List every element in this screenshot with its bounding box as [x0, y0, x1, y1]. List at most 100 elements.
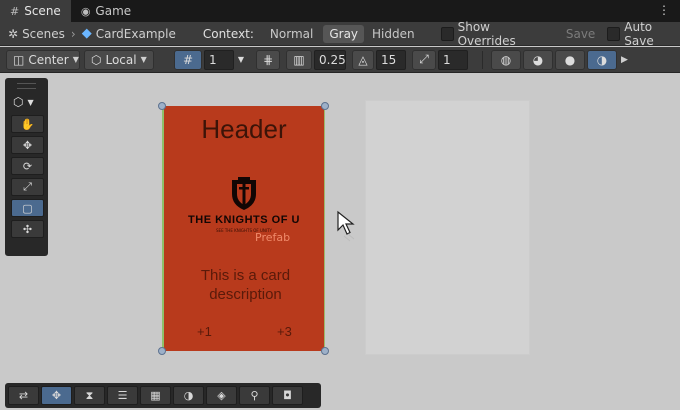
grid-size-value: 1 [209, 52, 217, 67]
layers-icon: ◈ [217, 389, 226, 402]
increment-snap-field[interactable]: 0.25 [314, 49, 346, 70]
rotate-tool-button[interactable]: ⟳ [11, 157, 44, 175]
overlay-toolbar: ⇄ ✥ ⧗ ☰ ▦ ◑ ◈ ⚲ ◘ [5, 383, 321, 408]
local-cube-icon: ⬡ [91, 52, 102, 67]
rotate-snap-button[interactable]: ◬ [352, 49, 374, 70]
pivot-rotation-dropdown[interactable]: ⬡ Local ▼ [84, 49, 154, 70]
pivot-mode-value: Center [28, 52, 69, 67]
logo-subtext: SEE THE KNIGHTS OF UNITY [216, 228, 272, 233]
pivot-mode-dropdown[interactable]: ◫ Center ▼ [6, 49, 80, 70]
tab-game-label: Game [95, 4, 132, 18]
card-prefab[interactable]: Header THE KNIGHTS OF U SEE THE KNIGHTS … [162, 106, 325, 351]
context-option-gray[interactable]: Gray [323, 24, 365, 43]
align-overlay-button[interactable]: ☰ [107, 386, 138, 405]
logo-text: THE KNIGHTS OF U [188, 214, 300, 226]
knight-shield-logo-icon [232, 177, 256, 210]
scale-tool-button[interactable]: ⤢ [11, 178, 44, 196]
breadcrumb-current[interactable]: CardExample [96, 27, 176, 41]
card-stat-left: +1 [197, 324, 212, 339]
grid-snap-icon: ⋕ [262, 52, 274, 67]
grid-overlay-button[interactable]: ▦ [140, 386, 171, 405]
chevron-down-icon: ▼ [27, 97, 34, 107]
palette-drag-handle[interactable] [17, 83, 36, 89]
save-button[interactable]: Save [566, 27, 595, 41]
prefab-label: Prefab [255, 231, 291, 244]
rotate-icon: ⟳ [22, 159, 33, 173]
grid-icon: ▦ [150, 389, 161, 402]
shaded-wireframe-button[interactable]: ◕ [523, 49, 553, 70]
toolbar-separator [482, 50, 483, 69]
align-icon: ☰ [117, 389, 128, 402]
faded-card-placeholder [365, 100, 530, 355]
shaded-wire-sphere-icon: ◕ [532, 52, 544, 67]
tab-scene-label: Scene [24, 4, 61, 18]
breadcrumb: ✲ Scenes › ◆ CardExample [0, 26, 176, 41]
layers-overlay-button[interactable]: ◈ [206, 386, 237, 405]
increment-snap-icon: ▥ [293, 52, 305, 67]
scale-icon: ⤢ [23, 180, 32, 193]
lighting-overlay-button[interactable]: ◑ [173, 386, 204, 405]
tab-scene[interactable]: # Scene [0, 0, 71, 22]
pivot-center-icon: ◫ [13, 52, 25, 67]
search-icon: ⚲ [250, 389, 259, 402]
tool-palette: ⬡ ▼ ✋ ✥ ⟳ ⤢ ▢ ✣ [5, 78, 48, 256]
move-tool-button[interactable]: ✥ [11, 136, 44, 154]
context-option-normal[interactable]: Normal [264, 25, 319, 43]
grid-dropdown-button[interactable]: ▼ [234, 49, 248, 70]
mouse-cursor-icon [337, 210, 355, 242]
snap-to-grid-button[interactable]: ⋕ [256, 49, 280, 70]
card-stat-right: +3 [277, 324, 292, 339]
prefab-cube-icon: ◆ [81, 26, 92, 41]
scale-snap-field[interactable]: 1 [438, 49, 468, 70]
hand-icon: ✋ [20, 117, 35, 131]
hourglass-icon: ⧗ [85, 388, 94, 402]
scale-snap-icon: ⤢ [419, 52, 429, 66]
view-mode-dropdown[interactable]: ⬡ ▼ [13, 95, 44, 109]
tab-game[interactable]: ◉ Game [71, 0, 141, 22]
view-options-button[interactable]: ⇄ [8, 386, 39, 405]
kebab-menu-icon[interactable]: ⋮ [658, 3, 670, 17]
rect-handle-bottom-right[interactable] [321, 347, 329, 355]
scene-toolbar: ◫ Center ▼ ⬡ Local ▼ # 1 ▼ ⋕ ▥ 0.25 ◬ 15… [0, 47, 680, 73]
auto-save-label: Auto Save [624, 19, 654, 48]
gizmo-icon: ◘ [283, 389, 292, 402]
auto-save-checkbox[interactable] [607, 26, 621, 41]
gizmos-overlay-button[interactable]: ◘ [272, 386, 303, 405]
transform-tool-button[interactable]: ✣ [11, 220, 44, 238]
hand-tool-button[interactable]: ✋ [11, 115, 44, 133]
rect-handle-bottom-left[interactable] [158, 347, 166, 355]
grid-icon: # [10, 4, 20, 18]
rect-transform-icon: ▢ [22, 201, 33, 215]
chevron-down-icon: ▼ [140, 55, 147, 64]
increment-snap-button[interactable]: ▥ [286, 49, 312, 70]
breadcrumb-scenes[interactable]: Scenes [22, 27, 65, 41]
chevron-right-icon: › [70, 26, 76, 41]
grid-size-field[interactable]: 1 [204, 49, 234, 70]
solid-sphere-icon: ● [564, 52, 576, 67]
editor-tab-bar: # Scene ◉ Game ⋮ [0, 0, 680, 22]
context-option-hidden[interactable]: Hidden [366, 25, 421, 43]
context-label: Context: [202, 26, 254, 41]
increment-snap-value: 0.25 [319, 52, 346, 67]
chevron-right-icon[interactable]: ▶ [621, 55, 628, 65]
lit-shading-button[interactable]: ◑ [587, 49, 617, 70]
rect-handle-top-left[interactable] [158, 102, 166, 110]
auto-save-toggle[interactable]: Auto Save [607, 20, 680, 48]
grid-icon: # [182, 52, 194, 67]
move-overlay-button[interactable]: ✥ [41, 386, 72, 405]
rect-handle-top-right[interactable] [321, 102, 329, 110]
search-overlay-button[interactable]: ⚲ [239, 386, 270, 405]
scale-snap-button[interactable]: ⤢ [412, 49, 436, 70]
gamepad-icon: ◉ [80, 4, 91, 18]
hierarchy-overlay-button[interactable]: ⧗ [74, 386, 105, 405]
rect-tool-button[interactable]: ▢ [11, 199, 44, 217]
unlit-shading-button[interactable]: ● [555, 49, 585, 70]
wireframe-shading-button[interactable]: ◍ [491, 49, 521, 70]
lit-sphere-icon: ◑ [596, 52, 608, 67]
card-description: This is a card description [200, 267, 291, 303]
rotate-snap-field[interactable]: 15 [376, 49, 406, 70]
show-overrides-checkbox[interactable] [440, 26, 454, 41]
show-overrides-toggle[interactable]: Show Overrides [440, 20, 544, 48]
grid-toggle-button[interactable]: # [174, 49, 202, 70]
chevron-down-icon: ▼ [72, 55, 79, 64]
